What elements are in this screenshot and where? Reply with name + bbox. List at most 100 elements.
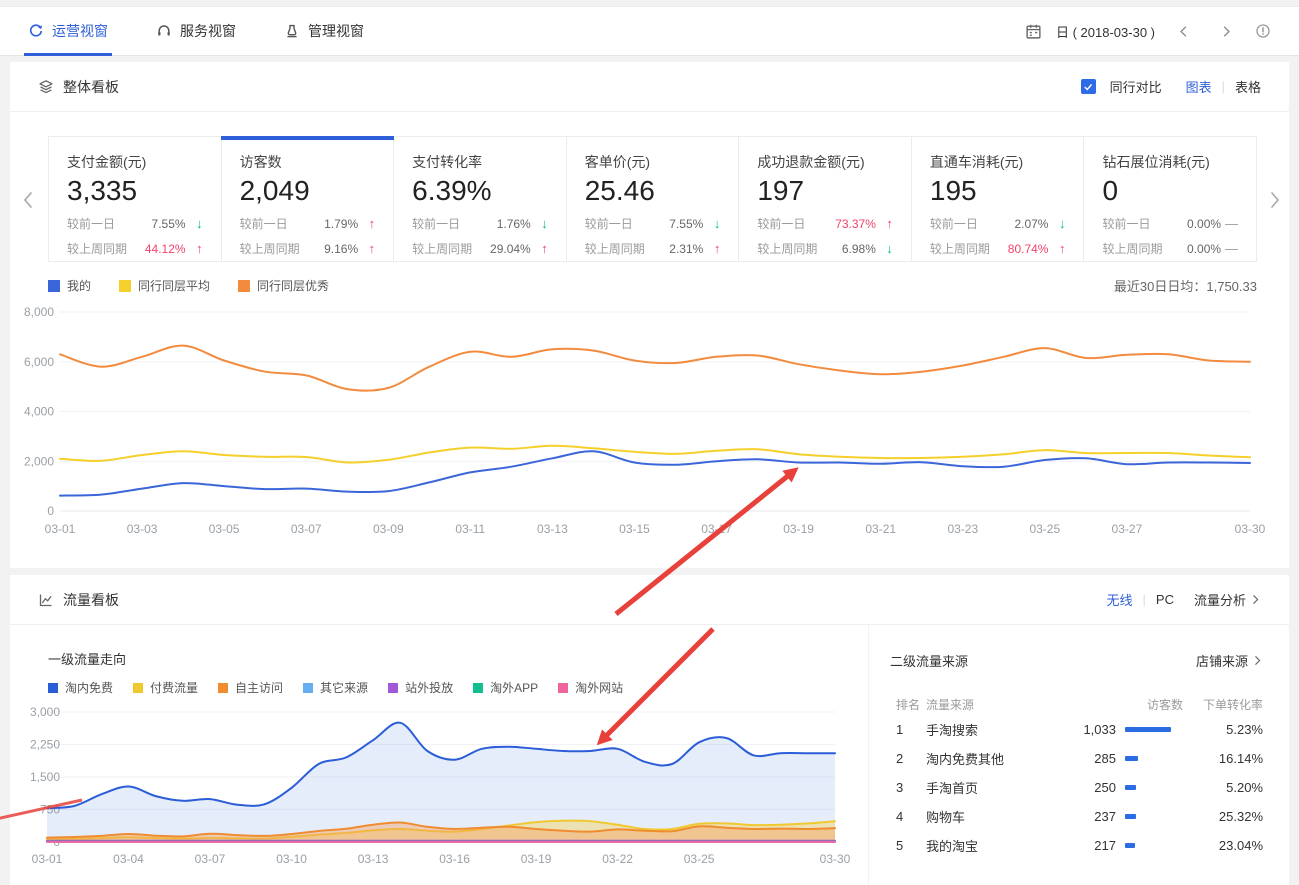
- date-prev-button[interactable]: [1169, 25, 1198, 38]
- kpi-card-avg-order-value[interactable]: 客单价(元) 25.46 较前一日7.55%↓ 较上周同期2.31%↑: [567, 137, 740, 261]
- peer-compare-checkbox[interactable]: [1081, 79, 1096, 94]
- kpi-value: 0: [1102, 175, 1238, 207]
- kpi-title: 访客数: [240, 152, 376, 172]
- source-cell: 手淘首页: [926, 778, 1054, 797]
- shop-source-link[interactable]: 店铺来源: [1196, 651, 1263, 670]
- kpi-carousel-prev-icon[interactable]: [20, 190, 36, 210]
- legend-item-external-ads[interactable]: 站外投放: [388, 679, 453, 696]
- legend-label: 自主访问: [235, 679, 283, 696]
- kpi-carousel-next-icon[interactable]: [1267, 190, 1283, 210]
- date-selector[interactable]: 日 ( 2018-03-30 ): [1056, 22, 1155, 41]
- svg-text:03-09: 03-09: [373, 522, 404, 536]
- svg-text:03-03: 03-03: [127, 522, 158, 536]
- kpi-value: 6.39%: [412, 175, 548, 207]
- legend-item-other-source[interactable]: 其它来源: [303, 679, 368, 696]
- section-title: 整体看板: [63, 77, 119, 97]
- tab-operations-view[interactable]: 运营视窗: [28, 7, 108, 55]
- legend-item-mine[interactable]: 我的: [48, 277, 91, 294]
- legend-swatch: [48, 280, 60, 292]
- table-row: 3 手淘首页 250 5.20%: [890, 773, 1263, 802]
- svg-text:6,000: 6,000: [24, 355, 54, 369]
- legend-item-peer-excellent[interactable]: 同行同层优秀: [238, 277, 329, 294]
- kpi-value: 2,049: [240, 175, 376, 207]
- section-title: 流量看板: [63, 590, 119, 610]
- trend-icon: ↑: [703, 241, 720, 256]
- trend-icon: ↓: [703, 216, 720, 231]
- divider: |: [1222, 79, 1225, 94]
- table-row: 1 手淘搜索 1,033 5.23%: [890, 715, 1263, 744]
- legend-item-paid-traffic[interactable]: 付费流量: [133, 679, 198, 696]
- legend-label: 同行同层平均: [138, 277, 210, 294]
- kpi-value: 197: [757, 175, 893, 207]
- kpi-compare-value: 80.74%: [1008, 242, 1049, 256]
- peer-compare-label[interactable]: 同行对比: [1110, 77, 1162, 96]
- kpi-card-refund-amount[interactable]: 成功退款金额(元) 197 较前一日73.37%↑ 较上周同期6.98%↓: [739, 137, 912, 261]
- table-row: 2 淘内免费其他 285 16.14%: [890, 744, 1263, 773]
- svg-text:03-17: 03-17: [701, 522, 732, 536]
- kpi-title: 成功退款金额(元): [757, 152, 893, 172]
- svg-text:03-27: 03-27: [1112, 522, 1143, 536]
- visitors-bar: [1116, 814, 1183, 819]
- trend-icon: ↓: [186, 216, 203, 231]
- legend-label: 淘外网站: [575, 679, 623, 696]
- view-table-toggle[interactable]: 表格: [1235, 77, 1261, 96]
- legend-label: 淘内免费: [65, 679, 113, 696]
- svg-text:03-22: 03-22: [602, 852, 633, 866]
- wireless-toggle[interactable]: 无线: [1107, 590, 1133, 609]
- svg-text:0: 0: [47, 504, 54, 518]
- kpi-compare-value: 7.55%: [669, 217, 703, 231]
- kpi-title: 支付转化率: [412, 152, 548, 172]
- kpi-card-visitors[interactable]: 访客数 2,049 较前一日1.79%↑ 较上周同期9.16%↑: [222, 137, 395, 261]
- kpi-card-diamond-spend[interactable]: 钻石展位消耗(元) 0 较前一日0.00%— 较上周同期0.00%—: [1084, 137, 1256, 261]
- kpi-compare-value: 7.55%: [152, 217, 186, 231]
- visitors-bar: [1116, 843, 1183, 848]
- traffic-sources-area-chart: 07501,5002,2503,00003-0103-0403-0703-100…: [18, 703, 863, 875]
- tab-management-view[interactable]: 管理视窗: [284, 7, 364, 55]
- kpi-value: 195: [930, 175, 1066, 207]
- rank-cell: 5: [890, 838, 926, 853]
- legend-item-taobao-free[interactable]: 淘内免费: [48, 679, 113, 696]
- traffic-analysis-link[interactable]: 流量分析: [1194, 590, 1261, 609]
- kpi-card-conversion-rate[interactable]: 支付转化率 6.39% 较前一日1.76%↓ 较上周同期29.04%↑: [394, 137, 567, 261]
- legend-item-direct-visit[interactable]: 自主访问: [218, 679, 283, 696]
- headset-icon: [156, 23, 172, 39]
- kpi-card-ztc-spend[interactable]: 直通车消耗(元) 195 较前一日2.07%↓ 较上周同期80.74%↑: [912, 137, 1085, 261]
- secondary-traffic-panel: 二级流量来源 店铺来源 排名 流量来源 访客数 下单转化率 1 手淘搜索 1,0…: [890, 651, 1263, 860]
- conversion-cell: 5.23%: [1183, 722, 1263, 737]
- date-granularity: 日: [1056, 25, 1069, 40]
- trend-icon: ↑: [358, 216, 375, 231]
- legend-item-external-site[interactable]: 淘外网站: [558, 679, 623, 696]
- pc-toggle[interactable]: PC: [1156, 592, 1174, 607]
- kpi-compare-value: 2.31%: [669, 242, 703, 256]
- conversion-cell: 5.20%: [1183, 780, 1263, 795]
- kpi-compare-label: 较上周同期: [240, 240, 300, 257]
- kpi-card-payment-amount[interactable]: 支付金额(元) 3,335 较前一日7.55%↓ 较上周同期44.12%↑: [49, 137, 222, 261]
- traffic-source-table: 排名 流量来源 访客数 下单转化率 1 手淘搜索 1,033 5.23% 2 淘…: [890, 693, 1263, 860]
- header-rank: 排名: [890, 696, 926, 713]
- legend-swatch: [133, 683, 143, 693]
- conversion-cell: 25.32%: [1183, 809, 1263, 824]
- svg-text:4,000: 4,000: [24, 405, 54, 419]
- date-next-button[interactable]: [1212, 25, 1241, 38]
- legend-item-peer-average[interactable]: 同行同层平均: [119, 277, 210, 294]
- kpi-compare-label: 较前一日: [67, 215, 115, 232]
- traffic-chart-legend: 淘内免费 付费流量 自主访问 其它来源 站外投放 淘外APP 淘外网站: [48, 679, 623, 696]
- svg-text:03-30: 03-30: [820, 852, 851, 866]
- visitors-bar: [1116, 727, 1183, 732]
- calendar-icon[interactable]: [1025, 23, 1042, 40]
- kpi-title: 客单价(元): [585, 152, 721, 172]
- svg-text:03-19: 03-19: [783, 522, 814, 536]
- info-icon[interactable]: [1255, 23, 1271, 39]
- kpi-compare-value: 6.98%: [842, 242, 876, 256]
- trend-icon: ↓: [1048, 216, 1065, 231]
- header-conversion: 下单转化率: [1183, 696, 1263, 713]
- view-chart-toggle[interactable]: 图表: [1186, 77, 1212, 96]
- tab-service-view[interactable]: 服务视窗: [156, 7, 236, 55]
- kpi-compare-value: 2.07%: [1014, 217, 1048, 231]
- legend-label: 淘外APP: [490, 679, 538, 696]
- rank-cell: 4: [890, 809, 926, 824]
- trend-icon: ↑: [531, 241, 548, 256]
- svg-text:03-07: 03-07: [195, 852, 226, 866]
- kpi-compare-label: 较上周同期: [1102, 240, 1162, 257]
- legend-item-external-app[interactable]: 淘外APP: [473, 679, 538, 696]
